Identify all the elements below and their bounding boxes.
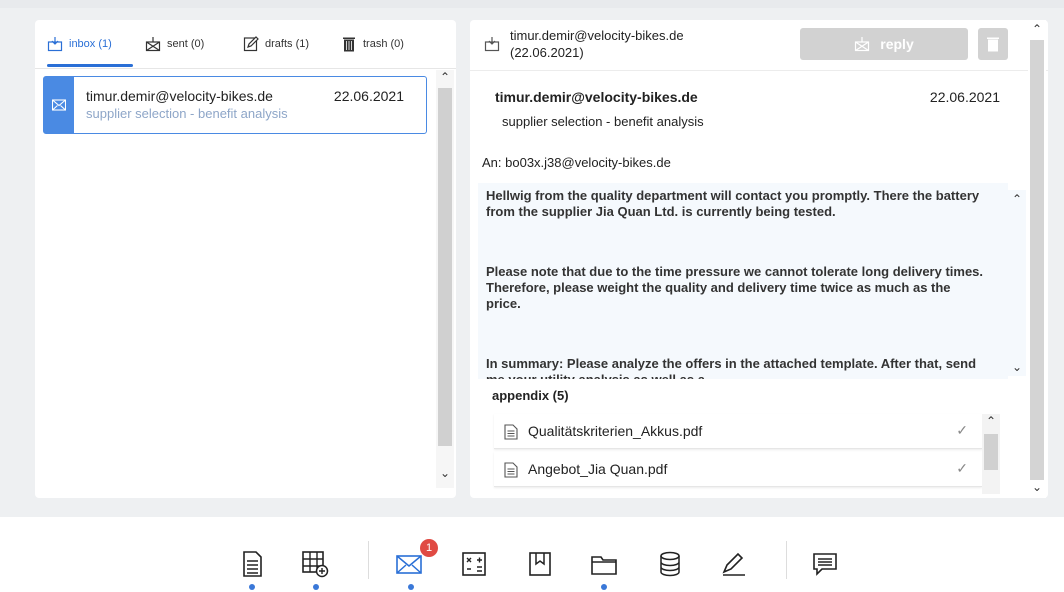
checkmark-icon: ✓ bbox=[956, 460, 968, 476]
envelope-icon bbox=[52, 99, 66, 111]
scroll-down-icon[interactable]: ⌄ bbox=[1008, 360, 1026, 374]
sent-icon bbox=[145, 37, 161, 52]
mail-tool[interactable] bbox=[394, 549, 424, 579]
spreadsheet-tool[interactable] bbox=[300, 549, 330, 579]
reply-icon bbox=[855, 37, 870, 52]
delete-button[interactable] bbox=[978, 28, 1008, 60]
mail-icon bbox=[396, 555, 422, 574]
viewer-header-date: (22.06.2021) bbox=[510, 45, 584, 60]
message-body: Hellwig from the quality department will… bbox=[478, 183, 1008, 379]
tab-sent-label: sent (0) bbox=[167, 38, 205, 50]
notification-badge: 1 bbox=[420, 539, 438, 557]
mail-list-item[interactable]: timur.demir@velocity-bikes.de 22.06.2021… bbox=[43, 76, 427, 134]
toolbar-divider bbox=[368, 541, 369, 579]
message-body-scrollbar[interactable]: ⌃ ⌄ bbox=[1008, 190, 1026, 376]
mailbox-tabs: inbox (1) sent (0) drafts (1) trash (0) bbox=[35, 20, 456, 69]
active-dot bbox=[313, 584, 319, 590]
viewer-header: timur.demir@velocity-bikes.de (22.06.202… bbox=[470, 20, 1048, 71]
message-viewer: timur.demir@velocity-bikes.de (22.06.202… bbox=[470, 20, 1048, 498]
mail-item-date: 22.06.2021 bbox=[333, 88, 404, 104]
tab-drafts[interactable]: drafts (1) bbox=[243, 34, 309, 54]
body-paragraph: Hellwig from the quality department will… bbox=[486, 188, 980, 219]
notes-tool[interactable] bbox=[719, 549, 749, 579]
table-add-icon bbox=[302, 551, 329, 578]
active-tab-indicator bbox=[47, 64, 133, 67]
attachment-scrollbar[interactable]: ⌃ bbox=[982, 414, 1000, 494]
documents-tool[interactable] bbox=[237, 549, 267, 579]
checkmark-icon: ✓ bbox=[956, 422, 968, 438]
viewer-scrollbar[interactable]: ⌃ ⌄ bbox=[1028, 20, 1046, 498]
active-dot bbox=[408, 584, 414, 590]
appendix-title: appendix (5) bbox=[492, 388, 569, 403]
attachment-name: Angebot_Jia Quan.pdf bbox=[528, 461, 668, 477]
book-tool[interactable] bbox=[525, 549, 555, 579]
calculator-tool[interactable] bbox=[459, 549, 489, 579]
toolbar-divider bbox=[786, 541, 787, 579]
mail-item-sender: timur.demir@velocity-bikes.de bbox=[86, 88, 273, 104]
inbox-icon bbox=[47, 37, 63, 52]
mail-item-subject: supplier selection - benefit analysis bbox=[86, 106, 288, 121]
files-tool[interactable] bbox=[589, 549, 619, 579]
attachment-name: Qualitätskriterien_Akkus.pdf bbox=[528, 423, 703, 439]
chat-tool[interactable] bbox=[810, 549, 840, 579]
body-paragraph: Please note that due to the time pressur… bbox=[486, 264, 984, 311]
viewer-header-title: timur.demir@velocity-bikes.de (22.06.202… bbox=[510, 27, 684, 61]
message-subject: supplier selection - benefit analysis bbox=[502, 114, 704, 129]
active-dot bbox=[249, 584, 255, 590]
pen-icon bbox=[722, 552, 745, 576]
chat-icon bbox=[813, 553, 837, 576]
scroll-down-icon[interactable]: ⌄ bbox=[1028, 480, 1046, 494]
drafts-icon bbox=[243, 36, 259, 52]
message-sender: timur.demir@velocity-bikes.de bbox=[495, 89, 698, 105]
reply-button[interactable]: reply bbox=[800, 28, 968, 60]
mail-badge bbox=[44, 77, 74, 133]
scroll-up-icon[interactable]: ⌃ bbox=[1028, 22, 1046, 36]
trash-icon bbox=[343, 37, 355, 52]
trash-icon bbox=[987, 37, 999, 52]
mail-list-scrollbar[interactable]: ⌃ ⌄ bbox=[436, 70, 454, 488]
folder-icon bbox=[591, 556, 617, 575]
tab-inbox[interactable]: inbox (1) bbox=[47, 34, 112, 54]
mail-list-scroll-thumb[interactable] bbox=[438, 88, 452, 446]
active-dot bbox=[601, 584, 607, 590]
tab-inbox-label: inbox (1) bbox=[69, 38, 112, 50]
tab-sent[interactable]: sent (0) bbox=[145, 34, 204, 54]
bottom-toolbar: 1 bbox=[0, 517, 1064, 592]
calculator-icon bbox=[462, 552, 486, 576]
message-date: 22.06.2021 bbox=[929, 89, 1000, 105]
attachment-item[interactable]: Angebot_Jia Quan.pdf ✓ bbox=[494, 452, 982, 487]
body-paragraph: In summary: Please analyze the offers in… bbox=[486, 356, 977, 379]
document-icon bbox=[243, 551, 262, 577]
pdf-file-icon bbox=[504, 462, 518, 478]
scroll-up-icon[interactable]: ⌃ bbox=[1008, 192, 1026, 206]
tab-trash-label: trash (0) bbox=[363, 38, 404, 50]
scroll-down-icon[interactable]: ⌄ bbox=[436, 466, 454, 480]
reply-label: reply bbox=[880, 36, 914, 52]
attachment-item[interactable]: Qualitätskriterien_Akkus.pdf ✓ bbox=[494, 414, 982, 449]
mailbox-panel: inbox (1) sent (0) drafts (1) trash (0) … bbox=[35, 20, 456, 498]
scroll-up-icon[interactable]: ⌃ bbox=[982, 414, 1000, 428]
tab-trash[interactable]: trash (0) bbox=[341, 34, 404, 54]
top-strip bbox=[0, 0, 1064, 8]
inbox-icon bbox=[484, 37, 500, 52]
scroll-up-icon[interactable]: ⌃ bbox=[436, 70, 454, 84]
viewer-scroll-thumb[interactable] bbox=[1030, 40, 1044, 480]
tab-drafts-label: drafts (1) bbox=[265, 38, 310, 50]
database-icon bbox=[660, 551, 680, 577]
database-tool[interactable] bbox=[655, 549, 685, 579]
message-recipient: An: bo03x.j38@velocity-bikes.de bbox=[482, 155, 671, 170]
viewer-header-sender: timur.demir@velocity-bikes.de bbox=[510, 28, 684, 43]
attachment-scroll-thumb[interactable] bbox=[984, 434, 998, 470]
pdf-file-icon bbox=[504, 424, 518, 440]
book-icon bbox=[529, 552, 551, 576]
